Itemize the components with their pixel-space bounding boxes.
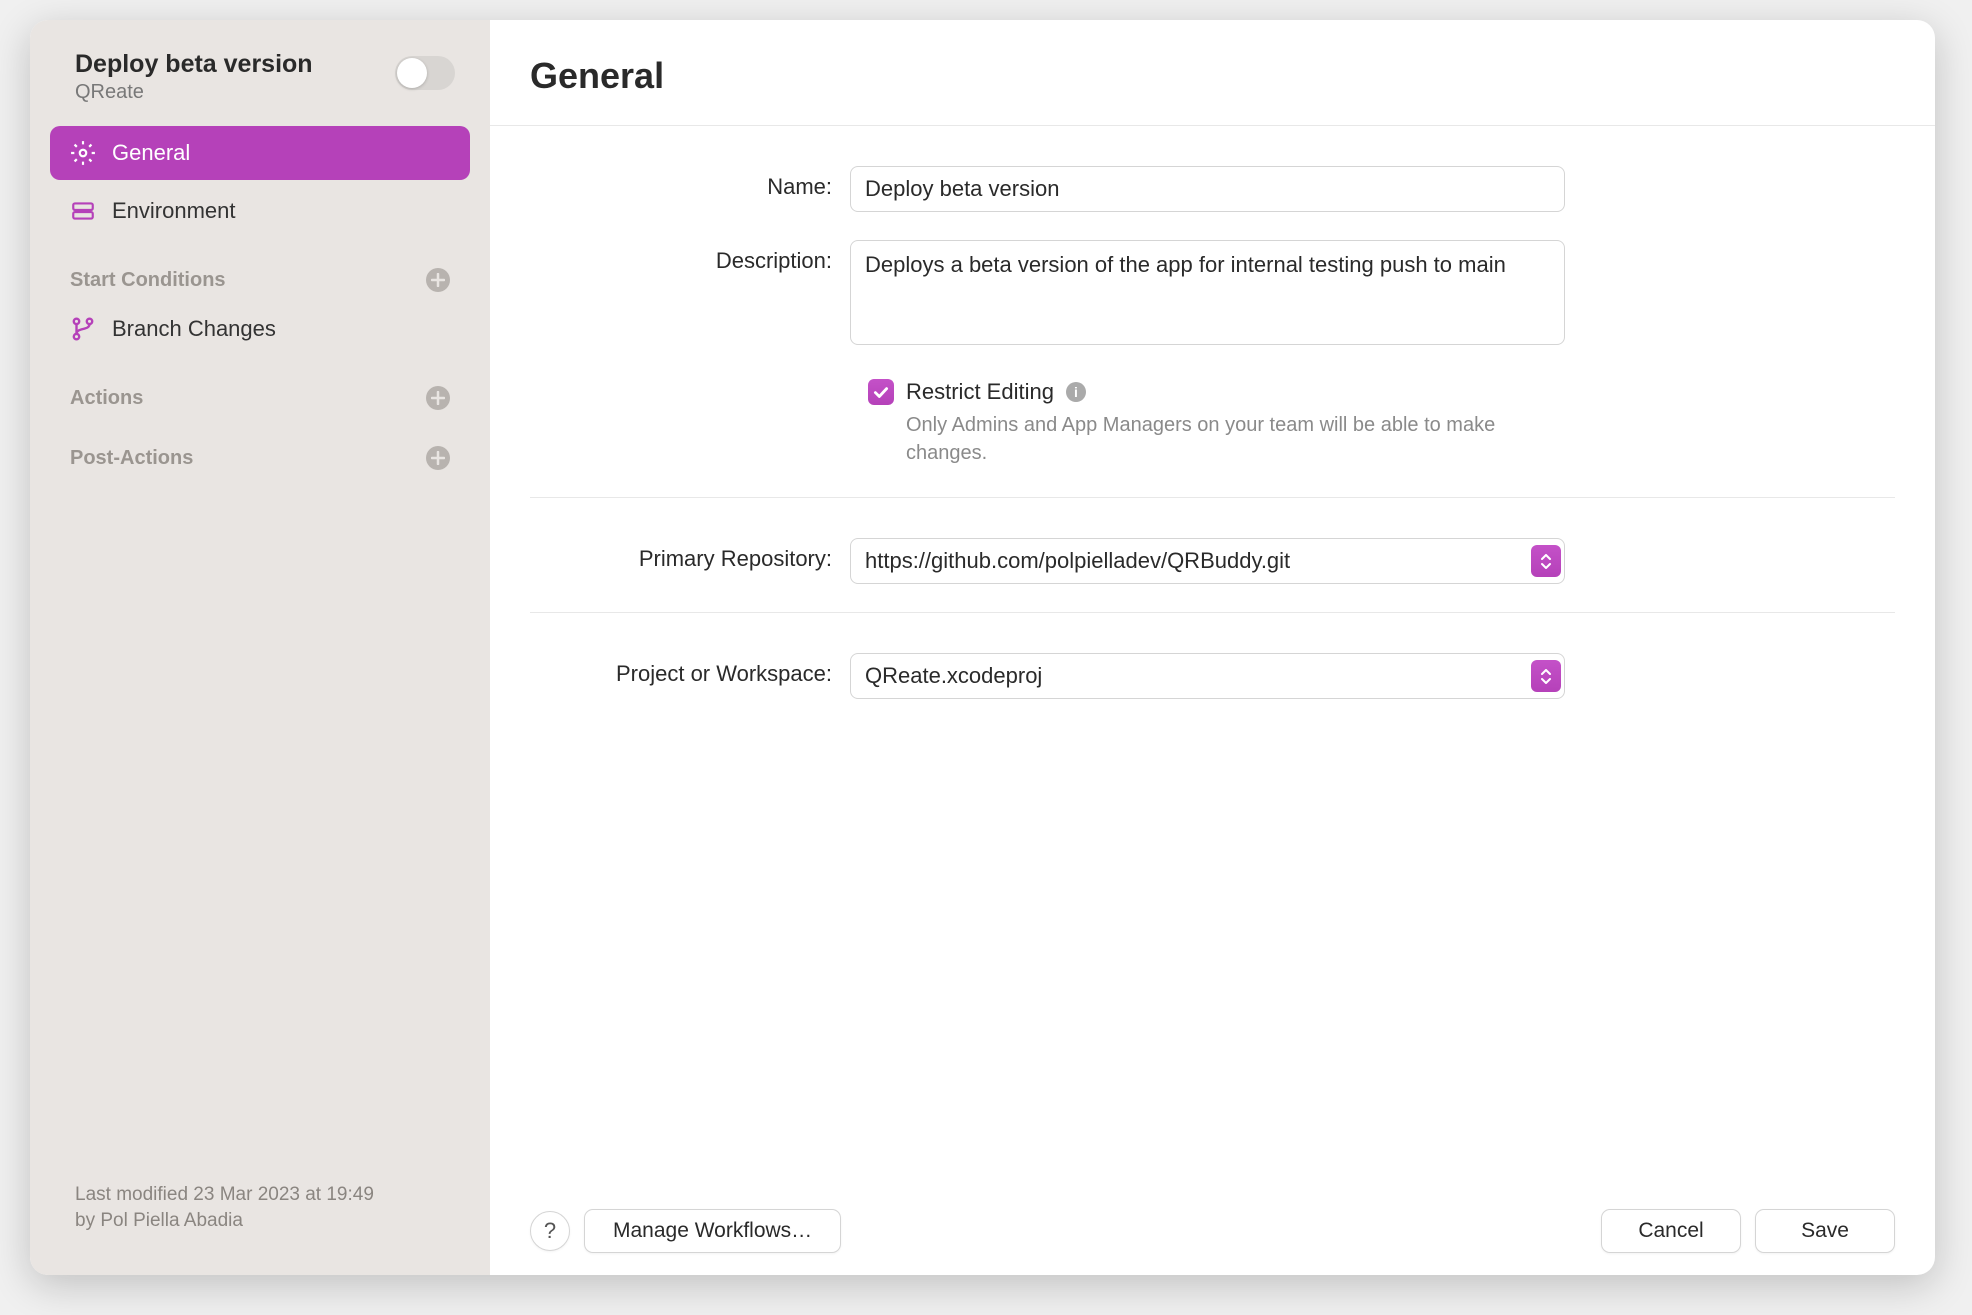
- divider: [530, 612, 1895, 613]
- sidebar-item-environment[interactable]: Environment: [50, 184, 470, 238]
- branch-icon: [70, 316, 96, 342]
- section-label: Actions: [70, 387, 143, 410]
- toggle-knob: [397, 58, 427, 88]
- section-label: Start Conditions: [70, 269, 226, 292]
- cancel-button[interactable]: Cancel: [1601, 1209, 1741, 1253]
- manage-workflows-button[interactable]: Manage Workflows…: [584, 1209, 841, 1253]
- name-label: Name:: [530, 166, 850, 200]
- main-body: Name: Description: Restrict Edi: [490, 126, 1935, 1187]
- name-input[interactable]: [850, 166, 1565, 212]
- section-label: Post-Actions: [70, 447, 193, 470]
- name-row: Name:: [530, 166, 1895, 212]
- section-post-actions: Post-Actions: [50, 428, 470, 478]
- restrict-editing-checkbox[interactable]: [868, 379, 894, 405]
- repository-label: Primary Repository:: [530, 538, 850, 572]
- sidebar-item-general[interactable]: General: [50, 126, 470, 180]
- sidebar-item-label: Branch Changes: [112, 316, 276, 342]
- main-panel: General Name: Description:: [490, 20, 1935, 1275]
- project-select[interactable]: QReate.xcodeproj: [850, 653, 1565, 699]
- repository-select[interactable]: https://github.com/polpielladev/QRBuddy.…: [850, 538, 1565, 584]
- repository-row: Primary Repository: https://github.com/p…: [530, 538, 1895, 584]
- server-icon: [70, 198, 96, 224]
- main-header: General: [490, 20, 1935, 126]
- description-row: Description:: [530, 240, 1895, 351]
- workflow-editor-window: Deploy beta version QReate General: [30, 20, 1935, 1275]
- section-start-conditions: Start Conditions: [50, 250, 470, 300]
- help-button[interactable]: ?: [530, 1211, 570, 1251]
- gear-icon: [70, 140, 96, 166]
- workflow-app-name: QReate: [75, 81, 313, 104]
- description-label: Description:: [530, 240, 850, 274]
- add-action-button[interactable]: [426, 386, 450, 410]
- restrict-editing-row: Restrict Editing i Only Admins and App M…: [530, 379, 1895, 467]
- sidebar-item-label: General: [112, 140, 190, 166]
- last-modified-by: by Pol Piella Abadia: [75, 1208, 445, 1235]
- description-input[interactable]: [850, 240, 1565, 345]
- add-post-action-button[interactable]: [426, 446, 450, 470]
- last-modified-date: Last modified 23 Mar 2023 at 19:49: [75, 1182, 445, 1209]
- workflow-title: Deploy beta version: [75, 50, 313, 79]
- project-row: Project or Workspace: QReate.xcodeproj: [530, 653, 1895, 699]
- page-title: General: [530, 55, 1895, 97]
- sidebar-header: Deploy beta version QReate: [50, 45, 470, 124]
- info-icon[interactable]: i: [1066, 382, 1086, 402]
- divider: [530, 497, 1895, 498]
- section-actions: Actions: [50, 368, 470, 418]
- main-footer: ? Manage Workflows… Cancel Save: [490, 1187, 1935, 1275]
- stepper-icon: [1531, 545, 1561, 577]
- workflow-enabled-toggle[interactable]: [395, 56, 455, 90]
- sidebar-item-label: Environment: [112, 198, 236, 224]
- restrict-editing-hint: Only Admins and App Managers on your tea…: [906, 411, 1526, 467]
- sidebar: Deploy beta version QReate General: [30, 20, 490, 1275]
- stepper-icon: [1531, 660, 1561, 692]
- add-start-condition-button[interactable]: [426, 268, 450, 292]
- sidebar-footer: Last modified 23 Mar 2023 at 19:49 by Po…: [50, 1167, 470, 1250]
- save-button[interactable]: Save: [1755, 1209, 1895, 1253]
- restrict-editing-label: Restrict Editing: [906, 379, 1054, 405]
- sidebar-item-branch-changes[interactable]: Branch Changes: [50, 302, 470, 356]
- project-label: Project or Workspace:: [530, 653, 850, 687]
